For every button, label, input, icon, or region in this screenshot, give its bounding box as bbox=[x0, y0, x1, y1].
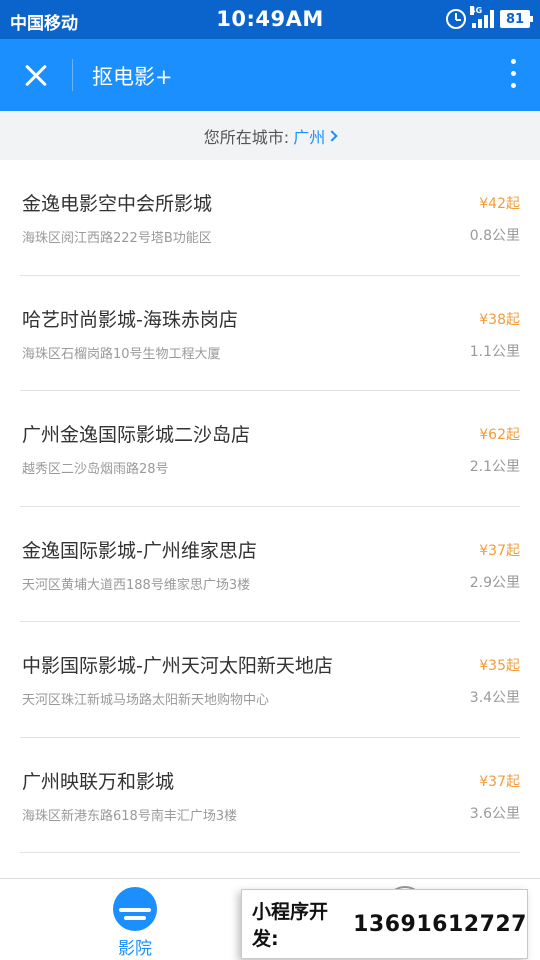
cinema-item[interactable]: 广州映联万和影城 海珠区新港东路618号南丰汇广场3楼 ¥37起 3.6公里 bbox=[0, 738, 540, 853]
network-type: 4G bbox=[470, 6, 483, 15]
cinema-distance: 2.9公里 bbox=[469, 574, 520, 591]
cinema-name: 中影国际影城-广州天河太阳新天地店 bbox=[22, 655, 333, 677]
cinema-name: 金逸电影空中会所影城 bbox=[22, 193, 213, 215]
cinema-price: ¥37起 bbox=[479, 773, 520, 790]
cinema-address: 海珠区石榴岗路10号生物工程大厦 bbox=[22, 346, 221, 362]
cinema-distance: 1.1公里 bbox=[469, 343, 520, 360]
cinema-price: ¥42起 bbox=[479, 196, 520, 212]
cinema-price: ¥35起 bbox=[479, 658, 520, 674]
cinema-item[interactable]: 广州金逸国际影城二沙岛店 越秀区二沙岛烟雨路28号 ¥62起 2.1公里 bbox=[0, 391, 540, 507]
tab-cinema-label: 影院 bbox=[118, 939, 152, 959]
cinema-address: 海珠区新港东路618号南丰汇广场3楼 bbox=[22, 808, 238, 824]
alarm-icon bbox=[446, 9, 466, 29]
cinema-icon bbox=[113, 887, 157, 931]
cinema-distance: 0.8公里 bbox=[469, 228, 520, 244]
signal-icon: 4G bbox=[470, 6, 494, 28]
banner-label: 小程序开发: bbox=[252, 901, 329, 950]
nav-bar: 抠电影+ bbox=[0, 39, 540, 111]
cinema-price: ¥38起 bbox=[479, 311, 520, 328]
cinema-distance: 3.6公里 bbox=[469, 805, 520, 822]
cinema-item[interactable]: 中影国际影城-广州天河太阳新天地店 天河区珠江新城马场路太阳新天地购物中心 ¥3… bbox=[0, 622, 540, 738]
cinema-price: ¥37起 bbox=[479, 542, 520, 559]
cinema-distance: 3.4公里 bbox=[469, 690, 520, 706]
cinema-item[interactable]: 金逸国际影城-广州维家思店 天河区黄埔大道西188号维家思广场3楼 ¥37起 2… bbox=[0, 507, 540, 622]
tab-cinema[interactable]: 影院 bbox=[105, 885, 165, 959]
city-label: 您所在城市: bbox=[203, 127, 290, 147]
status-bar: 中国移动 10:49AM 4G 81 bbox=[0, 0, 540, 39]
page-title: 抠电影+ bbox=[92, 65, 173, 89]
cinema-address: 海珠区阅江西路222号塔B功能区 bbox=[22, 231, 212, 246]
banner-phone: 13691612727 bbox=[353, 911, 527, 937]
nav-divider bbox=[72, 59, 73, 91]
close-icon[interactable] bbox=[14, 53, 58, 97]
cinema-address: 天河区黄埔大道西188号维家思广场3楼 bbox=[22, 577, 251, 593]
cinema-address: 天河区珠江新城马场路太阳新天地购物中心 bbox=[22, 693, 270, 708]
cinema-name: 广州金逸国际影城二沙岛店 bbox=[22, 424, 251, 446]
cinema-price: ¥62起 bbox=[479, 427, 520, 443]
chevron-right-icon bbox=[326, 130, 338, 142]
status-icons: 4G 81 bbox=[446, 6, 533, 30]
developer-contact-banner: 小程序开发: 13691612727 bbox=[241, 889, 528, 959]
battery-icon: 81 bbox=[500, 10, 533, 28]
more-menu-icon[interactable] bbox=[508, 59, 518, 93]
cinema-list: 金逸电影空中会所影城 海珠区阅江西路222号塔B功能区 ¥42起 0.8公里 哈… bbox=[0, 160, 540, 853]
cinema-name: 金逸国际影城-广州维家思店 bbox=[22, 539, 257, 562]
current-city[interactable]: 广州 bbox=[293, 124, 325, 148]
cinema-name: 哈艺时尚影城-海珠赤岗店 bbox=[22, 308, 238, 331]
city-selector[interactable]: 您所在城市: 广州 bbox=[0, 111, 540, 160]
cinema-distance: 2.1公里 bbox=[469, 459, 520, 475]
cinema-address: 越秀区二沙岛烟雨路28号 bbox=[22, 462, 169, 477]
cinema-item[interactable]: 哈艺时尚影城-海珠赤岗店 海珠区石榴岗路10号生物工程大厦 ¥38起 1.1公里 bbox=[0, 276, 540, 391]
cinema-name: 广州映联万和影城 bbox=[22, 770, 175, 793]
cinema-item[interactable]: 金逸电影空中会所影城 海珠区阅江西路222号塔B功能区 ¥42起 0.8公里 bbox=[0, 160, 540, 276]
divider bbox=[20, 852, 520, 853]
